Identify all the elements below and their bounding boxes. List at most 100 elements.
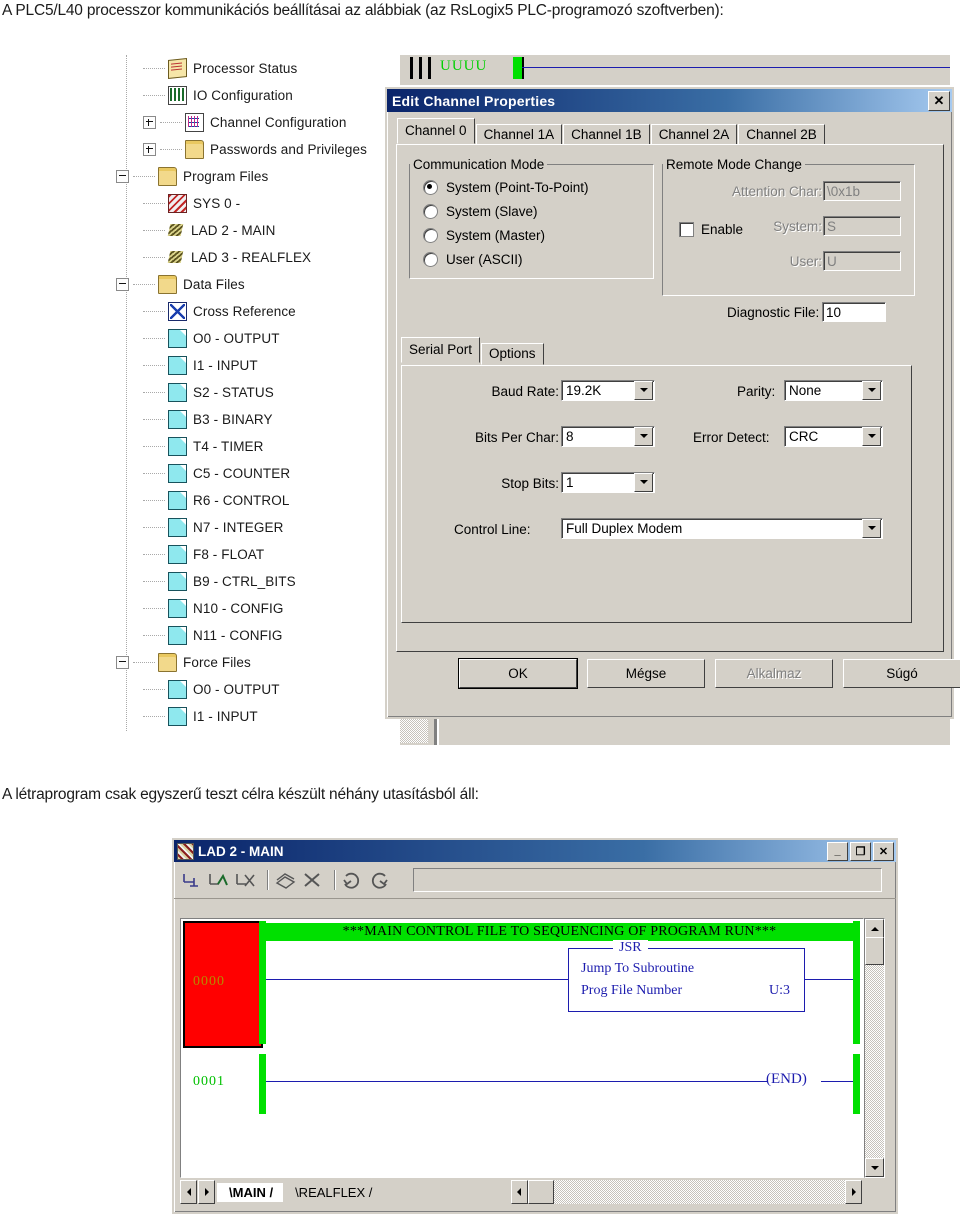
jsr-instruction-block[interactable]: JSR Jump To Subroutine Prog File Number … (568, 940, 805, 1012)
scroll-up-button[interactable] (865, 919, 884, 938)
chevron-down-icon[interactable] (634, 473, 653, 492)
hscroll-right-button[interactable] (845, 1180, 862, 1204)
remote-user-field[interactable]: U (823, 251, 901, 271)
tree-item[interactable]: SYS 0 - (110, 190, 240, 217)
checkbox-icon[interactable] (679, 221, 694, 237)
inner-tab[interactable]: Serial Port (401, 337, 481, 363)
horizontal-scrollbar-track[interactable] (553, 1180, 845, 1204)
attention-char-field[interactable]: \0x1b (823, 181, 901, 201)
dialog-button-mégse[interactable]: Mégse (587, 659, 705, 688)
close-icon[interactable]: ✕ (928, 90, 950, 111)
accept-rung-icon[interactable] (274, 870, 296, 890)
radio-icon[interactable] (423, 251, 438, 267)
tree-item[interactable]: Data Files (110, 271, 245, 298)
delete-branch-icon[interactable] (234, 870, 256, 890)
remote-enable-checkbox[interactable]: Enable (679, 217, 743, 241)
tree-item[interactable]: S2 - STATUS (110, 379, 274, 406)
channel-tab[interactable]: Channel 1A (475, 124, 563, 146)
sheet-tab-strip[interactable]: \MAIN / \REALFLEX / (217, 1180, 509, 1204)
tree-item[interactable]: IO Configuration (110, 82, 293, 109)
address-input[interactable] (413, 868, 882, 892)
stop-bits-combo[interactable]: 1 (561, 472, 655, 493)
inner-tab[interactable]: Options (481, 343, 544, 365)
channel-tab[interactable]: Channel 0 (397, 118, 475, 144)
chevron-down-icon[interactable] (862, 427, 881, 446)
project-tree[interactable]: Processor Status IO Configuration Channel … (110, 55, 400, 745)
tree-item[interactable]: R6 - CONTROL (110, 487, 289, 514)
chevron-down-icon[interactable] (862, 519, 881, 538)
communication-mode-option[interactable]: System (Point-To-Point) (423, 175, 653, 199)
control-line-combo[interactable]: Full Duplex Modem (561, 518, 883, 539)
chevron-down-icon[interactable] (862, 381, 881, 400)
tree-item[interactable]: Force Files (110, 649, 251, 676)
channel-tab-strip[interactable]: Channel 0 Channel 1A Channel 1B Channel 2A C… (387, 112, 952, 146)
collapse-icon[interactable] (116, 170, 129, 183)
tree-item[interactable]: C5 - COUNTER (110, 460, 290, 487)
communication-mode-option[interactable]: System (Slave) (423, 199, 653, 223)
tab-scroll-left-button[interactable] (180, 1180, 197, 1204)
tree-item[interactable]: B3 - BINARY (110, 406, 273, 433)
chevron-down-icon[interactable] (634, 381, 653, 400)
tree-item[interactable]: Channel Configuration (110, 109, 346, 136)
ladder-system-icon[interactable] (177, 842, 194, 860)
radio-icon[interactable] (423, 179, 438, 195)
tree-item[interactable]: N11 - CONFIG (110, 622, 282, 649)
redo-icon[interactable] (368, 870, 390, 890)
undo-icon[interactable] (341, 870, 363, 890)
dialog-button-súgó[interactable]: Súgó (843, 659, 960, 688)
sheet-tab-bar[interactable]: \MAIN / \REALFLEX / (180, 1180, 862, 1204)
ladder-title-bar[interactable]: LAD 2 - MAIN _ ❐ ✕ (174, 840, 896, 862)
expand-icon[interactable] (143, 116, 156, 129)
scroll-down-button[interactable] (865, 1158, 884, 1177)
minimize-icon[interactable]: _ (827, 841, 848, 861)
tree-item[interactable]: Processor Status (110, 55, 297, 82)
tree-item[interactable]: B9 - CTRL_BITS (110, 568, 296, 595)
new-branch-icon[interactable] (207, 870, 229, 890)
tree-item[interactable]: Cross Reference (110, 298, 296, 325)
expand-icon[interactable] (143, 143, 156, 156)
baud-rate-combo[interactable]: 19.2K (561, 380, 655, 401)
maximize-icon[interactable]: ❐ (850, 841, 871, 861)
hscroll-left-button[interactable] (510, 1180, 528, 1204)
ladder-toolbar[interactable] (174, 862, 896, 899)
tree-item[interactable]: N10 - CONFIG (110, 595, 283, 622)
tree-item[interactable]: T4 - TIMER (110, 433, 264, 460)
tree-item[interactable]: O0 - OUTPUT (110, 325, 280, 352)
tab-scroll-right-button[interactable] (198, 1180, 215, 1204)
communication-mode-options[interactable]: System (Point-To-Point) System (Slave) Sys… (410, 172, 653, 271)
ladder-canvas[interactable]: 0000 ***MAIN CONTROL FILE TO SEQUENCING … (180, 918, 864, 1178)
new-rung-icon[interactable] (180, 870, 202, 890)
dialog-title-bar[interactable]: Edit Channel Properties ✕ (387, 89, 952, 112)
radio-icon[interactable] (423, 203, 438, 219)
tree-item[interactable]: LAD 2 - MAIN (110, 217, 275, 244)
close-icon[interactable]: ✕ (873, 841, 894, 861)
sheet-tab[interactable]: \MAIN / (217, 1182, 284, 1202)
dialog-button-ok[interactable]: OK (459, 659, 577, 688)
tree-item[interactable]: F8 - FLOAT (110, 541, 264, 568)
tree-item[interactable]: Passwords and Privileges (110, 136, 367, 163)
sheet-tab[interactable]: \REALFLEX / (283, 1183, 382, 1202)
tree-item[interactable]: I1 - INPUT (110, 703, 258, 730)
radio-icon[interactable] (423, 227, 438, 243)
window-control-buttons[interactable]: _ ❐ ✕ (825, 841, 894, 861)
tree-item[interactable]: N7 - INTEGER (110, 514, 283, 541)
remote-system-field[interactable]: S (823, 216, 901, 236)
collapse-icon[interactable] (116, 278, 129, 291)
channel-tab[interactable]: Channel 1B (563, 124, 650, 146)
tree-item[interactable]: Program Files (110, 163, 268, 190)
serial-options-tab-strip[interactable]: Serial Port Options (401, 337, 545, 365)
bits-per-char-combo[interactable]: 8 (561, 426, 655, 447)
chevron-down-icon[interactable] (634, 427, 653, 446)
cancel-edits-icon[interactable] (301, 870, 323, 890)
collapse-icon[interactable] (116, 656, 129, 669)
diagnostic-file-field[interactable]: 10 (822, 302, 886, 322)
tree-item[interactable]: O0 - OUTPUT (110, 676, 280, 703)
error-detect-combo[interactable]: CRC (784, 426, 883, 447)
channel-tab[interactable]: Channel 2B (738, 124, 825, 146)
parity-combo[interactable]: None (784, 380, 883, 401)
tree-item[interactable]: LAD 3 - REALFLEX (110, 244, 311, 271)
communication-mode-option[interactable]: User (ASCII) (423, 247, 653, 271)
channel-tab[interactable]: Channel 2A (650, 124, 738, 146)
tree-item[interactable]: I1 - INPUT (110, 352, 258, 379)
vertical-scroll-thumb[interactable] (865, 937, 884, 965)
